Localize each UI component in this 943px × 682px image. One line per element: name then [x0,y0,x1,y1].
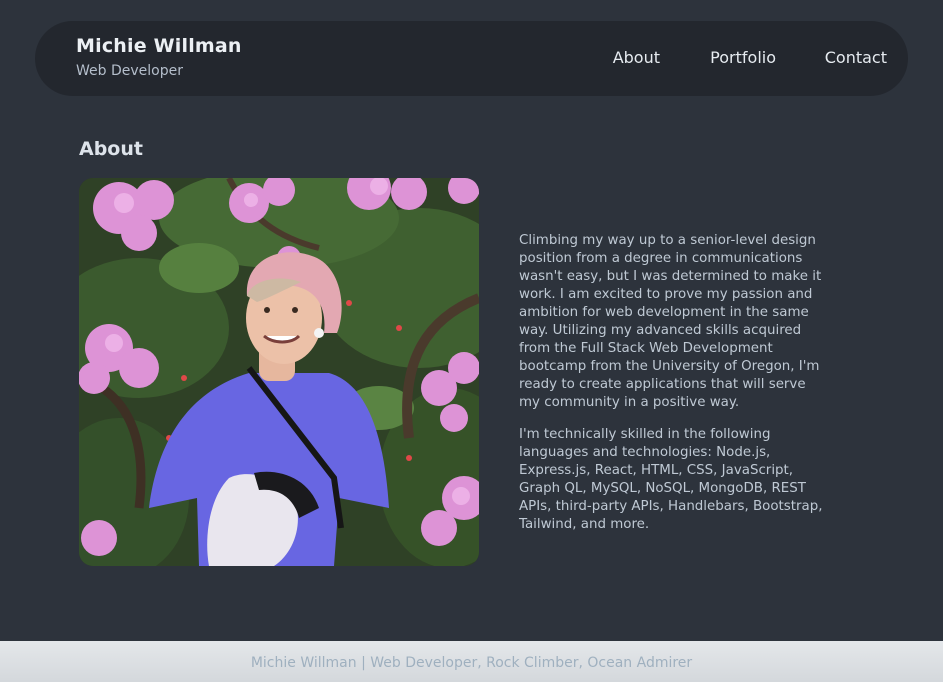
site-owner-name[interactable]: Michie Willman [76,35,242,57]
about-paragraph-skills: I'm technically skilled in the following… [519,427,823,532]
section-heading: About [79,138,143,160]
site-header: Michie Willman Web Developer About Portf… [35,21,908,96]
site-owner-title: Web Developer [76,63,183,79]
nav-link-portfolio[interactable]: Portfolio [710,48,776,67]
profile-photo [79,178,479,566]
nav-link-contact[interactable]: Contact [825,48,887,67]
site-footer: Michie Willman | Web Developer, Rock Cli… [0,641,943,682]
about-text: Climbing my way up to a senior-level des… [519,232,829,548]
about-paragraph-intro: Climbing my way up to a senior-level des… [519,233,822,410]
footer-tagline: Michie Willman | Web Developer, Rock Cli… [250,655,693,671]
nav-link-about[interactable]: About [613,48,660,67]
